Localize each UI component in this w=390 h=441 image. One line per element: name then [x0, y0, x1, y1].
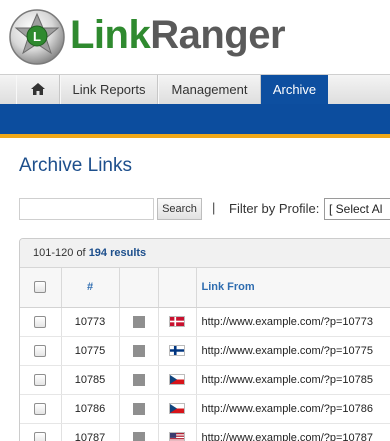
status-indicator-icon	[132, 373, 145, 386]
filter-by-profile-label: Filter by Profile:	[229, 201, 320, 216]
nav-link-reports[interactable]: Link Reports	[60, 75, 158, 105]
results-summary: 101-120 of 194 results	[20, 239, 390, 268]
denmark-flag-icon	[169, 316, 185, 328]
status-column-header	[119, 268, 159, 308]
usa-flag-icon	[169, 432, 185, 441]
number-column-header[interactable]: #	[61, 268, 120, 308]
svg-text:L: L	[33, 29, 41, 44]
status-indicator-icon	[132, 344, 145, 357]
row-id: 10773	[61, 307, 120, 337]
row-link-from[interactable]: http://www.example.com/?p=10786	[196, 394, 390, 424]
results-count: 194 results	[88, 247, 147, 259]
row-link-from[interactable]: http://www.example.com/?p=10773	[196, 307, 390, 337]
row-checkbox[interactable]	[34, 431, 47, 441]
row-id: 10785	[61, 365, 120, 395]
results-range: 101-120	[33, 247, 74, 259]
table-row: 10785 http://www.example.com/?p=10785	[20, 365, 390, 395]
linkranger-logo-icon: L	[9, 9, 65, 65]
row-link-from[interactable]: http://www.example.com/?p=10787	[196, 423, 390, 441]
status-indicator-icon	[132, 315, 145, 328]
country-column-header	[158, 268, 197, 308]
search-button[interactable]: Search	[157, 198, 202, 220]
table-row: 10786 http://www.example.com/?p=10786	[20, 394, 390, 424]
home-icon	[31, 83, 45, 95]
page-title: Archive Links	[19, 155, 132, 176]
results-of: of	[76, 247, 86, 259]
row-link-from[interactable]: http://www.example.com/?p=10785	[196, 365, 390, 395]
status-indicator-icon	[132, 402, 145, 415]
czech-flag-icon	[169, 374, 185, 386]
table-row: 10787 http://www.example.com/?p=10787	[20, 423, 390, 441]
nav-archive[interactable]: Archive	[261, 75, 328, 105]
search-input[interactable]	[19, 198, 154, 220]
app-logo-text: LinkRanger	[70, 13, 286, 57]
row-id: 10786	[61, 394, 120, 424]
profile-filter-select[interactable]: [ Select Al	[324, 198, 390, 220]
nav-home[interactable]	[16, 75, 60, 105]
select-all-header	[20, 268, 62, 308]
table-header-row: # Link From	[20, 268, 390, 308]
row-id: 10775	[61, 336, 120, 366]
table-row: 10773 http://www.example.com/?p=10773	[20, 307, 390, 337]
link-from-column-header[interactable]: Link From	[196, 268, 390, 308]
row-checkbox[interactable]	[34, 344, 47, 357]
czech-flag-icon	[169, 403, 185, 415]
nav-management[interactable]: Management	[158, 75, 261, 105]
row-link-from[interactable]: http://www.example.com/?p=10775	[196, 336, 390, 366]
select-all-checkbox[interactable]	[34, 281, 47, 294]
table-row: 10775 http://www.example.com/?p=10775	[20, 336, 390, 366]
row-id: 10787	[61, 423, 120, 441]
logo-text-ranger: Ranger	[150, 13, 286, 57]
main-nav: Link Reports Management Archive	[0, 74, 390, 105]
results-panel: 101-120 of 194 results # Link From 10773…	[19, 238, 390, 441]
finland-flag-icon	[169, 345, 185, 357]
links-table: # Link From 10773 http://www.example.com…	[20, 268, 390, 441]
row-checkbox[interactable]	[34, 315, 47, 328]
logo-text-link: Link	[70, 13, 151, 57]
accent-stripe	[0, 134, 390, 138]
status-indicator-icon	[132, 431, 145, 441]
app-header: L LinkRanger	[0, 0, 390, 74]
row-checkbox[interactable]	[34, 402, 47, 415]
row-checkbox[interactable]	[34, 373, 47, 386]
filter-separator: |	[212, 200, 216, 215]
sub-nav-bar	[0, 104, 390, 134]
